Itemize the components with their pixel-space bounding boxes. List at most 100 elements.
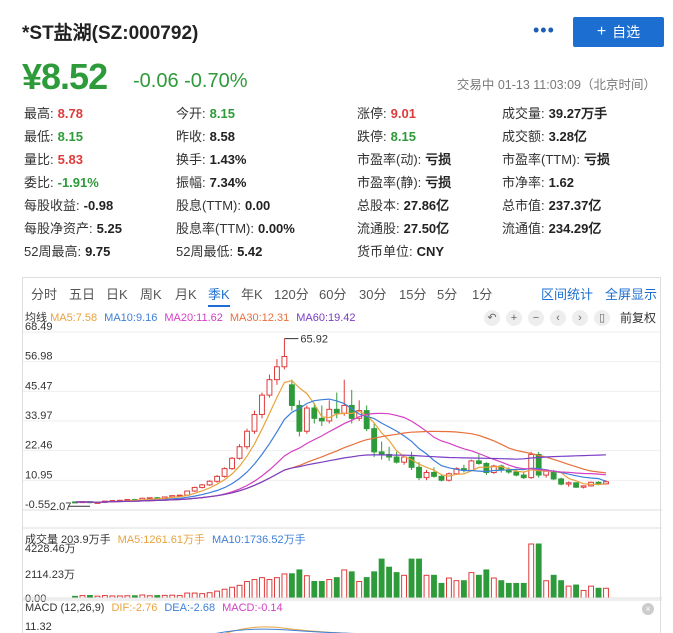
candle-body bbox=[191, 486, 198, 492]
stock-title: *ST盐湖(SZ:000792) bbox=[22, 23, 199, 44]
close-macd-icon[interactable]: × bbox=[642, 603, 654, 615]
candle-body bbox=[311, 407, 318, 419]
low-annotation: 2.07 bbox=[50, 501, 71, 513]
legend-item: MA10:1736.52万手 bbox=[212, 534, 306, 546]
volume-bar bbox=[573, 584, 580, 599]
volume-bar bbox=[273, 577, 280, 599]
stat-3-2: 市盈率(静): 亏损 bbox=[357, 175, 451, 191]
stat-label: 量比: bbox=[24, 152, 54, 167]
candle-body bbox=[603, 481, 609, 485]
stat-label: 52周最低: bbox=[176, 244, 234, 259]
stat-value: -1.91% bbox=[57, 175, 99, 190]
stat-label: 跌停: bbox=[357, 129, 387, 144]
volume-bar bbox=[356, 580, 363, 599]
volume-bar bbox=[288, 573, 295, 599]
candle-body bbox=[303, 407, 310, 432]
volume-bar bbox=[333, 577, 340, 599]
stat-label: 换手: bbox=[176, 152, 206, 167]
volume-bar bbox=[244, 580, 250, 599]
stat-0-0: 最高: 8.78 bbox=[24, 106, 83, 122]
legend-item: MA5:1261.61万手 bbox=[117, 534, 206, 546]
stat-value: 27.50亿 bbox=[403, 221, 450, 236]
stat-label: 委比: bbox=[24, 175, 54, 190]
stat-4-3: 总市值: 237.37亿 bbox=[502, 198, 601, 214]
stat-value: 39.27万手 bbox=[548, 106, 608, 121]
volume-bar bbox=[603, 587, 609, 599]
ma-line-5 bbox=[74, 380, 607, 503]
stat-label: 振幅: bbox=[176, 175, 206, 190]
candle-body bbox=[513, 471, 520, 476]
candle-body bbox=[288, 384, 295, 406]
stat-0-3: 成交量: 39.27万手 bbox=[502, 106, 607, 122]
price-axis-label: 22.46 bbox=[25, 440, 53, 452]
stat-label: 流通值: bbox=[502, 221, 545, 236]
add-watchlist-label: 自选 bbox=[612, 24, 641, 40]
stat-3-0: 委比: -1.91% bbox=[24, 175, 99, 191]
volume-bar bbox=[378, 558, 385, 599]
volume-bar bbox=[475, 574, 482, 599]
volume-bar bbox=[528, 543, 535, 599]
stat-0-1: 今开: 8.15 bbox=[176, 106, 235, 122]
trading-status: 交易中 01-13 11:03:09（北京时间） bbox=[456, 78, 656, 92]
volume-bar bbox=[580, 589, 587, 599]
volume-bar bbox=[513, 582, 520, 599]
stat-1-2: 跌停: 8.15 bbox=[357, 129, 416, 145]
candle-body bbox=[199, 484, 206, 488]
candle-body bbox=[363, 410, 370, 430]
stat-value: 5.25 bbox=[96, 221, 122, 236]
stat-5-1: 股息率(TTM): 0.00% bbox=[176, 221, 295, 237]
candle-body bbox=[221, 468, 228, 477]
stat-value: CNY bbox=[416, 244, 445, 259]
high-annotation: 65.92 bbox=[300, 334, 328, 346]
volume-bar bbox=[550, 574, 557, 599]
volume-axis-label: 2114.23万 bbox=[25, 569, 75, 581]
volume-bar bbox=[371, 571, 378, 599]
add-watchlist-button[interactable]: + 自选 bbox=[573, 17, 664, 47]
kline-chart[interactable]: 68.49 56.98 45.47 33.97 22.46 10.95 -0.55 65.92… bbox=[23, 278, 662, 633]
candle-body bbox=[371, 428, 378, 453]
volume-bar bbox=[483, 569, 490, 599]
price-axis-label: -0.55 bbox=[25, 499, 50, 511]
macd-legend: MACD (12,26,9) DIF:-2.76 DEA:-2.68 MACD:-0.… bbox=[25, 602, 290, 614]
stat-label: 市净率: bbox=[502, 175, 545, 190]
candle-body bbox=[393, 456, 400, 463]
ma-line-30 bbox=[74, 430, 607, 503]
legend-item: 成交量 203.9万手 bbox=[25, 534, 111, 546]
volume-bar bbox=[326, 579, 333, 599]
stat-value: 7.34% bbox=[209, 175, 247, 190]
legend-item: DIF:-2.76 bbox=[111, 602, 158, 614]
volume-bar bbox=[423, 574, 430, 599]
volume-bar bbox=[266, 579, 273, 599]
volume-bar bbox=[543, 580, 550, 599]
stat-value: 27.86亿 bbox=[403, 198, 450, 213]
volume-bar bbox=[251, 579, 258, 599]
price-axis-label: 33.97 bbox=[25, 410, 53, 422]
volume-bar bbox=[460, 580, 467, 599]
price-axis-label: 10.95 bbox=[25, 469, 53, 481]
volume-bar bbox=[296, 569, 303, 599]
volume-bar bbox=[311, 580, 318, 599]
candle-body bbox=[333, 408, 340, 414]
volume-bar bbox=[565, 585, 572, 599]
stat-value: 亏损 bbox=[425, 175, 452, 190]
volume-bar bbox=[363, 577, 370, 599]
stat-label: 涨停: bbox=[357, 106, 387, 121]
stat-value: 237.37亿 bbox=[548, 198, 602, 213]
candle-body bbox=[244, 430, 250, 448]
stat-1-0: 最低: 8.15 bbox=[24, 129, 83, 145]
volume-bar bbox=[438, 582, 445, 599]
stat-label: 每股收益: bbox=[24, 198, 80, 213]
volume-bar bbox=[416, 558, 422, 599]
volume-bar bbox=[341, 569, 348, 599]
stat-5-0: 每股净资产: 5.25 bbox=[24, 221, 122, 237]
volume-legend: 成交量 203.9万手 MA5:1261.61万手 MA10:1736.52万手 bbox=[25, 531, 313, 547]
stat-value: 3.28亿 bbox=[548, 129, 587, 144]
candle-body bbox=[573, 482, 580, 488]
candle-body bbox=[326, 408, 333, 422]
volume-bar bbox=[490, 577, 497, 599]
stat-label: 今开: bbox=[176, 106, 206, 121]
candle-body bbox=[341, 404, 348, 414]
more-icon[interactable]: ••• bbox=[533, 20, 555, 41]
stat-label: 市盈率(TTM): bbox=[502, 152, 580, 167]
volume-bar bbox=[505, 582, 512, 599]
